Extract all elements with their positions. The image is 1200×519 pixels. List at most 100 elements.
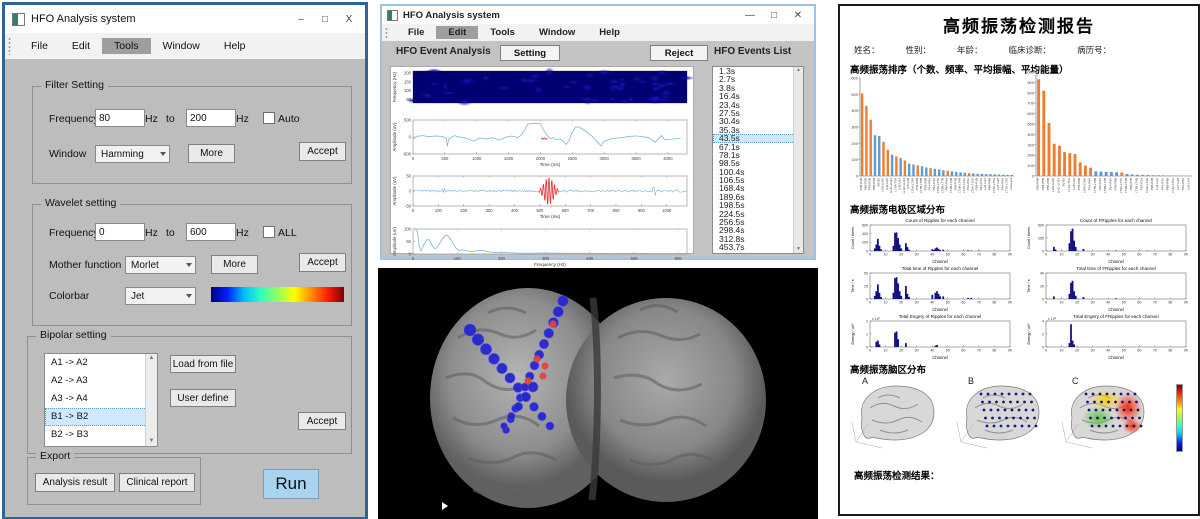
svg-text:-50: -50 xyxy=(405,204,412,209)
minimize-icon[interactable]: – xyxy=(289,14,313,25)
wavelet-freq-to-input[interactable]: 600 xyxy=(186,223,236,241)
menu-item-tools[interactable]: Tools xyxy=(478,26,527,39)
svg-text:Time (ms): Time (ms) xyxy=(540,162,561,167)
bipolar-list-item[interactable]: B2 -> B3 xyxy=(45,426,157,444)
frequency-label: Frequency xyxy=(49,113,99,125)
bipolar-list-item[interactable]: A1 -> A2 xyxy=(45,354,157,372)
scroll-down-icon[interactable]: ▼ xyxy=(149,437,155,446)
menu-item-file[interactable]: File xyxy=(19,38,60,54)
setting-button[interactable]: Setting xyxy=(500,45,560,61)
svg-text:P7A-P8A: P7A-P8A xyxy=(1088,178,1092,190)
svg-text:70: 70 xyxy=(977,301,981,305)
scroll-up-icon[interactable]: ▲ xyxy=(796,67,801,74)
svg-text:LH7-LH8: LH7-LH8 xyxy=(1176,178,1180,190)
bipolar-list-item[interactable]: B1 -> B2 xyxy=(45,408,157,426)
bipolar-scrollbar[interactable]: ▲▼ xyxy=(145,354,157,446)
svg-text:3500: 3500 xyxy=(631,156,641,161)
brain-3d-render xyxy=(378,268,818,519)
scroll-down-icon[interactable]: ▼ xyxy=(796,246,801,253)
svg-text:P6B-P7B: P6B-P7B xyxy=(1129,178,1133,190)
svg-text:Energy / uV²: Energy / uV² xyxy=(851,323,855,345)
window-select[interactable]: Hamming xyxy=(95,145,170,163)
load-from-file-button[interactable]: Load from file xyxy=(170,355,236,373)
hfo-events-listbox[interactable]: 1.3s2.7s3.8s16.4s23.4s27.5s30.4s35.3s43.… xyxy=(712,66,804,254)
close-icon[interactable]: X xyxy=(337,14,361,25)
colorbar-select[interactable]: Jet xyxy=(125,287,196,305)
all-checkbox[interactable] xyxy=(263,226,275,238)
svg-text:25: 25 xyxy=(864,284,868,288)
svg-text:3000: 3000 xyxy=(599,156,609,161)
svg-text:90: 90 xyxy=(1184,349,1188,353)
svg-text:600: 600 xyxy=(675,256,683,261)
menu-item-edit[interactable]: Edit xyxy=(60,38,102,54)
svg-text:P2B-P3B: P2B-P3B xyxy=(1150,178,1154,190)
svg-text:Count / times: Count / times xyxy=(851,227,855,249)
filter-accept-button[interactable]: Accept xyxy=(299,142,346,161)
minimize-icon[interactable]: — xyxy=(738,10,762,21)
maximize-icon[interactable]: □ xyxy=(313,14,337,25)
filter-setting-group: Filter Setting Frequency 80 Hz to 200 Hz… xyxy=(32,86,352,184)
svg-text:200: 200 xyxy=(460,208,468,213)
wavelet-accept-button[interactable]: Accept xyxy=(299,253,346,272)
bipolar-listbox[interactable]: A1 -> A2A2 -> A3A3 -> A4B1 -> B2B2 -> B3… xyxy=(44,353,158,447)
bipolar-list-item[interactable]: A2 -> A3 xyxy=(45,372,157,390)
svg-text:90: 90 xyxy=(1008,253,1012,257)
svg-text:250: 250 xyxy=(1038,236,1044,240)
svg-text:Channel: Channel xyxy=(1108,355,1124,360)
maximize-icon[interactable]: □ xyxy=(762,10,786,21)
close-icon[interactable]: ✕ xyxy=(786,10,810,21)
bipolar-accept-button[interactable]: Accept xyxy=(298,412,346,430)
svg-text:20: 20 xyxy=(1040,284,1044,288)
analysis-result-button[interactable]: Analysis result xyxy=(35,473,115,492)
filter-freq-to-input[interactable]: 200 xyxy=(186,109,236,127)
svg-text:10: 10 xyxy=(884,349,888,353)
svg-text:400: 400 xyxy=(511,208,519,213)
svg-text:LT8A-LT7A: LT8A-LT7A xyxy=(1119,178,1123,193)
menu-item-window[interactable]: Window xyxy=(151,38,212,54)
svg-text:0: 0 xyxy=(856,174,859,179)
svg-text:70: 70 xyxy=(977,253,981,257)
clinical-report-button[interactable]: Clinical report xyxy=(119,473,195,492)
filter-freq-from-input[interactable]: 80 xyxy=(95,109,145,127)
svg-text:Channel: Channel xyxy=(932,355,948,360)
menu-item-window[interactable]: Window xyxy=(527,26,587,39)
hist-count-ripples: Count of Ripples for each channel0200400… xyxy=(848,216,1016,264)
menu-item-file[interactable]: File xyxy=(396,26,436,39)
filter-more-button[interactable]: More xyxy=(188,144,235,163)
svg-text:20: 20 xyxy=(1075,301,1079,305)
ranking-chart-left: 0100200300400500600P3B-P4BP4B-P5BP1B-P2B… xyxy=(844,74,1016,196)
run-button[interactable]: Run xyxy=(263,469,319,499)
window-title: HFO Analysis system xyxy=(403,10,738,21)
svg-text:300: 300 xyxy=(1027,142,1034,147)
bipolar-list-item[interactable]: A3 -> A4 xyxy=(45,390,157,408)
event-waveform-plot: -5005001002003004005006007008009001000Ti… xyxy=(391,173,693,221)
svg-text:500: 500 xyxy=(441,156,449,161)
svg-text:50: 50 xyxy=(1122,253,1126,257)
mother-function-select[interactable]: Morlet xyxy=(125,256,196,274)
svg-text:Time / s: Time / s xyxy=(851,279,855,292)
wavelet-freq-from-input[interactable]: 0 xyxy=(95,223,145,241)
auto-checkbox[interactable] xyxy=(263,112,275,124)
svg-text:Count of FRipples for each cha: Count of FRipples for each channel xyxy=(1080,218,1152,223)
menu-item-help[interactable]: Help xyxy=(212,38,258,54)
menu-item-edit[interactable]: Edit xyxy=(436,26,478,39)
svg-text:P4A-P5A: P4A-P5A xyxy=(1181,178,1185,190)
svg-text:20: 20 xyxy=(899,253,903,257)
window-select-value: Hamming xyxy=(101,149,144,160)
svg-text:200: 200 xyxy=(404,70,412,75)
user-define-button[interactable]: User define xyxy=(170,389,236,407)
reject-button[interactable]: Reject xyxy=(650,45,708,61)
svg-text:50: 50 xyxy=(946,253,950,257)
svg-text:400: 400 xyxy=(1027,132,1034,137)
svg-text:20: 20 xyxy=(899,349,903,353)
events-scrollbar[interactable]: ▲▼ xyxy=(793,67,803,253)
event-list-item[interactable]: 453.7s xyxy=(713,243,803,251)
scroll-up-icon[interactable]: ▲ xyxy=(149,354,155,363)
menu-item-tools[interactable]: Tools xyxy=(102,38,151,54)
svg-text:LT2A-LT3A: LT2A-LT3A xyxy=(1145,178,1149,193)
svg-text:30: 30 xyxy=(915,301,919,305)
wavelet-more-button[interactable]: More xyxy=(211,255,258,274)
svg-text:100: 100 xyxy=(1027,163,1034,168)
spectrum-plot: 0501000100200300400500600Frequency (Hz)A… xyxy=(391,226,693,268)
menu-item-help[interactable]: Help xyxy=(587,26,632,39)
